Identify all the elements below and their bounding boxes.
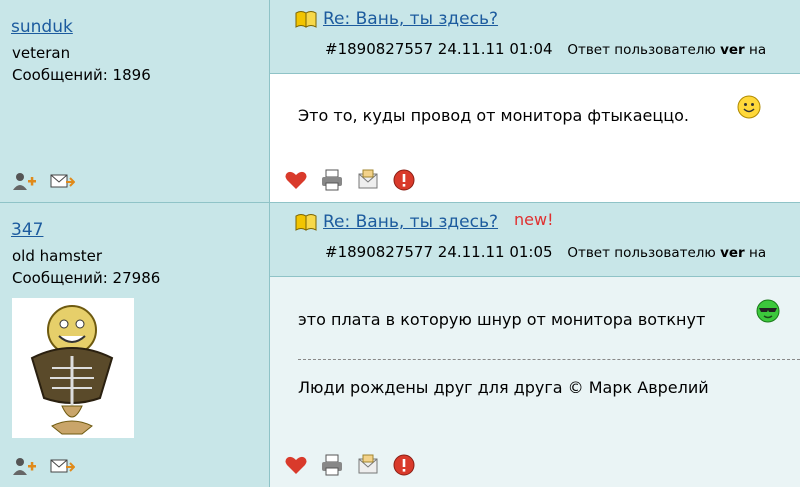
send-message-icon[interactable] [49,455,76,477]
author-panel: sunduk veteran Сообщений: 1896 [0,0,270,202]
post-meta: #1890827557 24.11.11 01:04 Ответ пользов… [325,40,766,58]
send-message-icon[interactable] [49,170,76,192]
email-icon[interactable] [356,453,380,477]
post-id-date[interactable]: #1890827557 24.11.11 01:04 [325,40,553,58]
author-name-link[interactable]: 347 [11,220,43,240]
author-panel: 347 old hamster Сообщений: 27986 [0,203,270,487]
post-message: Это то, куды провод от монитора фтыкаецц… [298,106,690,125]
avatar [12,298,134,438]
reply-suffix: на [749,42,767,58]
reply-prefix: Ответ пользователю [567,42,716,58]
print-icon[interactable] [320,168,344,192]
post-id-date[interactable]: #1890827577 24.11.11 01:05 [325,243,553,261]
book-icon [295,10,317,28]
cool-emoticon-icon [756,299,780,323]
post-title-link[interactable]: Re: Вань, ты здесь? [323,9,498,29]
signature-divider [298,359,800,360]
author-message-count: Сообщений: 27986 [12,269,161,287]
email-icon[interactable] [356,168,380,192]
heart-icon[interactable] [284,453,308,477]
author-name-link[interactable]: sunduk [11,17,73,37]
post: sunduk veteran Сообщений: 1896 Re: Вань,… [0,0,800,203]
post-message: это плата в которую шнур от монитора вот… [298,310,706,329]
post: 347 old hamster Сообщений: 27986 Re: Ван… [0,203,800,487]
signature: Люди рождены друг для друга © Марк Аврел… [298,378,709,397]
post-body: это плата в которую шнур от монитора вот… [270,277,800,487]
add-friend-icon[interactable] [11,170,37,192]
reply-user[interactable]: ver [720,42,745,58]
reply-prefix: Ответ пользователю [567,245,716,261]
new-badge: new! [514,210,554,229]
author-message-count: Сообщений: 1896 [12,66,151,84]
post-meta: #1890827577 24.11.11 01:05 Ответ пользов… [325,243,766,261]
report-icon[interactable] [392,453,416,477]
post-header: Re: Вань, ты здесь? new! #1890827577 24.… [270,203,800,277]
post-header: Re: Вань, ты здесь? #1890827557 24.11.11… [270,0,800,74]
book-icon [295,213,317,231]
reply-suffix: на [749,245,767,261]
author-rank: old hamster [12,247,103,265]
print-icon[interactable] [320,453,344,477]
add-friend-icon[interactable] [11,455,37,477]
author-rank: veteran [12,44,71,62]
heart-icon[interactable] [284,168,308,192]
reply-user[interactable]: ver [720,245,745,261]
report-icon[interactable] [392,168,416,192]
post-body: Это то, куды провод от монитора фтыкаецц… [270,74,800,202]
post-title-link[interactable]: Re: Вань, ты здесь? [323,212,498,232]
smile-emoticon-icon [737,95,761,119]
